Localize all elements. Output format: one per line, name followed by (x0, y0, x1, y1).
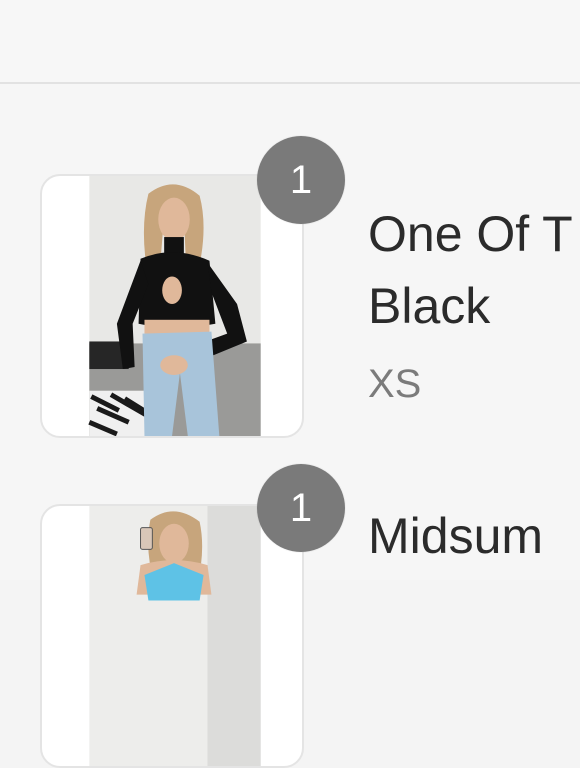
product-title: One Of T Black (368, 206, 572, 334)
product-variant: XS (368, 362, 422, 406)
header-bar (0, 0, 580, 84)
product-photo-black-cutout-top (88, 176, 261, 436)
cart-item-list: 1 One Of T Black XS 1 Midsum (0, 84, 580, 768)
product-title: Midsum (368, 508, 544, 564)
product-thumbnail[interactable] (40, 174, 304, 438)
quantity-badge: 1 (257, 136, 345, 224)
quantity-badge: 1 (257, 464, 345, 552)
list-item[interactable]: 1 Midsum (0, 464, 580, 768)
product-thumbnail[interactable] (40, 504, 304, 768)
product-photo-blue-halter-top (89, 506, 261, 766)
list-item[interactable]: 1 One Of T Black XS (0, 84, 580, 484)
